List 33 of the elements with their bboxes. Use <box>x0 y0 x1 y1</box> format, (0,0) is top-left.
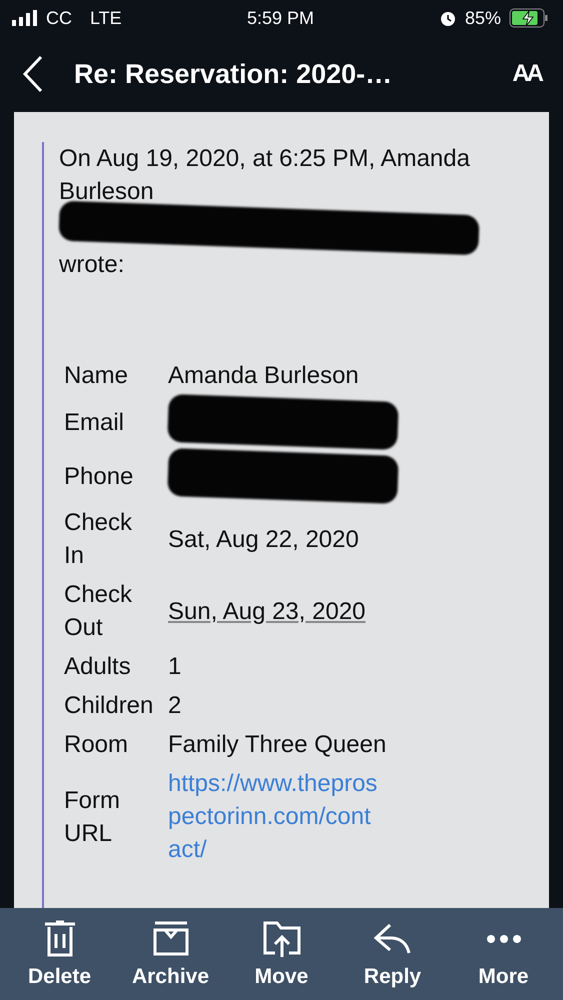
field-value: Sat, Aug 22, 2020 <box>168 526 359 552</box>
toolbar-button[interactable]: Archive <box>120 919 220 989</box>
more-icon <box>486 935 520 943</box>
alarm-icon <box>438 9 457 27</box>
back-icon[interactable] <box>22 55 44 93</box>
field-label: Check Out <box>64 580 134 643</box>
field-label: Form URL <box>64 786 121 848</box>
text-size-button[interactable]: AA <box>512 60 541 88</box>
toolbar-button[interactable]: Delete <box>10 919 110 989</box>
toolbar-button[interactable]: Reply <box>342 919 442 989</box>
quote-header: On Aug 19, 2020, at 6:25 PM, Amanda Burleson <box>59 144 471 207</box>
field-value: 2 <box>168 692 182 719</box>
field-label: Children <box>64 691 154 721</box>
signal-icon <box>12 10 38 26</box>
carrier-text: CC <box>46 8 72 28</box>
folder-upload-icon <box>260 919 302 959</box>
field-value: 1 <box>168 653 182 680</box>
battery-text: 85% <box>464 8 501 28</box>
field-label: Name <box>64 361 130 391</box>
field-label: Room <box>64 730 130 760</box>
toolbar-button[interactable]: More <box>454 919 554 989</box>
field-label: Adults <box>64 652 132 682</box>
quote-header: wrote: <box>59 250 126 280</box>
date-link[interactable]: Sun, Aug 23, 2020 <box>168 598 366 624</box>
field-label: Check In <box>64 508 134 571</box>
field-value: Amanda Burleson <box>168 362 359 389</box>
network-text: LTE <box>90 8 122 28</box>
message-title: Re: Reservation: 2020-… <box>74 58 394 90</box>
clock-text: 5:59 PM <box>246 8 314 28</box>
toolbar-button[interactable]: Move <box>232 919 332 989</box>
field-value: Family Three Queen <box>168 731 386 758</box>
field-label: Email <box>64 408 126 438</box>
field-label: Phone <box>64 462 134 492</box>
